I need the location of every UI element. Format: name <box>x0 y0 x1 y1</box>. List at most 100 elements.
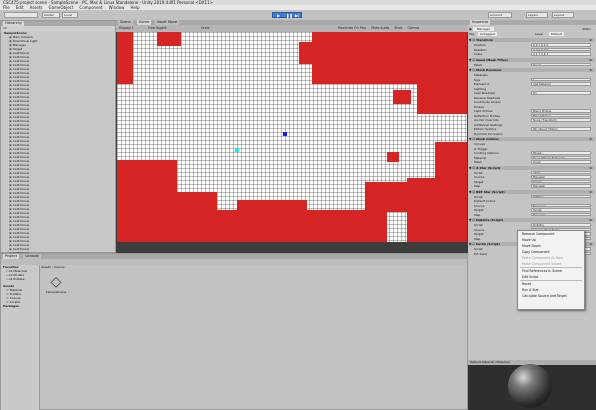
toggle-maximize-on-play[interactable]: Maximize On Play <box>338 26 366 30</box>
tag-dropdown[interactable]: Untagged <box>478 32 497 36</box>
context-menu-item[interactable]: Calculate Source and Target <box>518 293 584 299</box>
component-header[interactable]: ▼ ☑ A Star (Script) ⚙ <box>469 165 595 170</box>
gear-icon[interactable]: ⚙ <box>589 166 592 170</box>
field-value[interactable]: Per Object Motion <box>531 127 591 131</box>
inspector-field: Light Probes Blend Probes <box>469 109 595 113</box>
layer-dropdown[interactable]: Default <box>549 32 564 36</box>
field-value[interactable]: Blend Probes <box>531 113 591 117</box>
gear-icon[interactable]: ⚙ <box>589 68 592 72</box>
component-header[interactable]: ▼ ☑ Transform ⚙ <box>469 38 595 42</box>
breadcrumb-item[interactable]: Assets <box>41 265 51 269</box>
inspector-field: Scale X 1 Y 1 Z 1 <box>469 52 595 56</box>
field-value[interactable]: Quad <box>531 160 591 164</box>
field-value[interactable]: Blend Probes <box>531 109 591 113</box>
field-value[interactable]: X 0 Y 0 Z 0 <box>531 47 591 51</box>
inspector-field: Cooking Options Mixed... <box>469 151 595 155</box>
space-toggle[interactable]: Local <box>62 12 78 18</box>
packages-header[interactable]: Packages <box>1 304 39 308</box>
field-value[interactable]: Quad <box>531 62 591 66</box>
field-value[interactable]: Cell Material <box>531 82 591 86</box>
static-checkbox-label[interactable]: Static <box>582 27 591 31</box>
play-icon[interactable]: ▶ <box>277 13 280 18</box>
field-value[interactable]: Manager <box>531 212 591 216</box>
component-header[interactable]: ▼ ☑ RRT Star (Script) ⚙ <box>469 189 595 194</box>
toggle-mute-audio[interactable]: Mute Audio <box>371 26 389 30</box>
field-label: Default Colour <box>474 199 496 203</box>
inspector-field: Position X 0 Y 0 Z 0 <box>469 43 595 47</box>
toggle-gizmos[interactable]: Gizmos <box>408 26 420 30</box>
grid-map[interactable] <box>117 32 467 242</box>
gear-icon[interactable]: ⚙ <box>589 137 592 141</box>
field-value[interactable]: On <box>531 91 591 95</box>
field-value[interactable]: None (Transform) <box>531 118 591 122</box>
field-label: Scale <box>474 52 483 56</box>
field-label: Cast Shadows <box>474 91 496 95</box>
obstacle-region <box>407 178 467 242</box>
inspector-field: Source Manager <box>469 175 595 179</box>
inspector-field: Cast Shadows On <box>469 91 595 95</box>
obstacle-region <box>387 152 399 162</box>
field-label: Map <box>474 236 481 241</box>
obstacle-region <box>435 142 467 178</box>
pivot-toggle[interactable]: Center <box>42 12 60 18</box>
play-controls[interactable]: ▶ ❚❚ ▶| <box>272 12 302 18</box>
object-name-field[interactable]: Manager <box>472 27 494 31</box>
project-toolbar[interactable] <box>1 259 467 265</box>
field-value[interactable]: AStar <box>531 170 591 174</box>
scale-label[interactable]: Scale <box>201 25 210 32</box>
gear-icon[interactable]: ⚙ <box>589 38 592 42</box>
obstacle-region <box>117 160 177 242</box>
favorite-item[interactable]: ⌕ All Prefabs <box>1 277 39 281</box>
field-value[interactable]: RRTStar <box>531 194 591 198</box>
field-value[interactable]: X 0 Y 0 Z 0 <box>531 43 591 47</box>
field-label: Source <box>474 227 485 232</box>
field-value[interactable]: Dijkstra <box>531 223 591 227</box>
obstacle-region <box>237 200 307 212</box>
component-header[interactable]: ▼ ☑ Dijkstra (Script) ⚙ <box>469 218 595 222</box>
display-dropdown[interactable]: Display 1 <box>119 25 134 32</box>
field-value[interactable]: 1 <box>531 77 591 81</box>
gear-icon[interactable]: ⚙ <box>589 218 592 222</box>
account-dropdown[interactable]: Account <box>488 12 512 18</box>
material-preview: Default-Material (Material) <box>468 360 596 410</box>
inspector-field: Mesh Quad <box>469 62 595 67</box>
breadcrumb-item[interactable]: Scenes <box>54 265 65 269</box>
field-value[interactable]: Target <box>531 208 591 212</box>
field-value[interactable]: X 1 Y 1 Z 1 <box>531 52 591 56</box>
pause-icon[interactable]: ❚❚ <box>286 13 293 18</box>
step-icon[interactable]: ▶| <box>295 13 299 18</box>
component-header[interactable]: ▼ ☑ Quad (Mesh Filter) ⚙ <box>469 57 595 62</box>
field-value[interactable]: Manager <box>531 184 591 188</box>
target-cell <box>235 148 239 152</box>
component-header[interactable]: ▼ ☑ Mesh Collider ⚙ <box>469 137 595 141</box>
toggle-stats[interactable]: Stats <box>394 26 402 30</box>
hierarchy-search-bar[interactable]: All <box>1 26 115 31</box>
tab-project[interactable]: Project <box>3 254 19 259</box>
field-value[interactable]: None (Physic Material) <box>531 155 591 159</box>
component-header-label: RRT Star (Script) <box>476 189 505 194</box>
asset-file[interactable]: ◇ SampleScene <box>45 274 67 302</box>
field-label: Target <box>474 232 484 236</box>
tab-console[interactable]: Console <box>22 254 41 259</box>
transform-tools[interactable] <box>4 12 38 18</box>
field-value[interactable]: Manager <box>531 203 591 207</box>
layers-dropdown[interactable]: Layers <box>526 12 548 18</box>
gear-icon[interactable]: ⚙ <box>589 242 592 246</box>
gear-icon[interactable]: ⚙ <box>589 58 592 62</box>
layout-dropdown[interactable]: Layout <box>552 12 574 18</box>
tab-inspector[interactable]: Inspector <box>470 20 491 25</box>
aspect-dropdown[interactable]: Free Aspect <box>148 25 167 32</box>
field-value[interactable]: Target <box>531 179 591 183</box>
inspector-field: Lighting <box>469 87 595 91</box>
component-header[interactable]: ▼ ☑ Mesh Renderer ⚙ <box>469 68 595 72</box>
inspector-field: Map Manager <box>469 184 595 188</box>
obstacle-region <box>157 32 181 46</box>
inspector-field: Script Dijkstra <box>469 223 595 227</box>
field-value[interactable]: Manager <box>531 175 591 179</box>
field-label: Mesh <box>474 62 482 67</box>
field-value[interactable]: Mixed... <box>531 151 591 155</box>
component-header-label: A Star (Script) <box>476 165 501 170</box>
material-sphere-preview[interactable] <box>508 364 552 408</box>
gear-icon[interactable]: ⚙ <box>589 190 592 194</box>
field-label: Probes <box>474 104 485 109</box>
